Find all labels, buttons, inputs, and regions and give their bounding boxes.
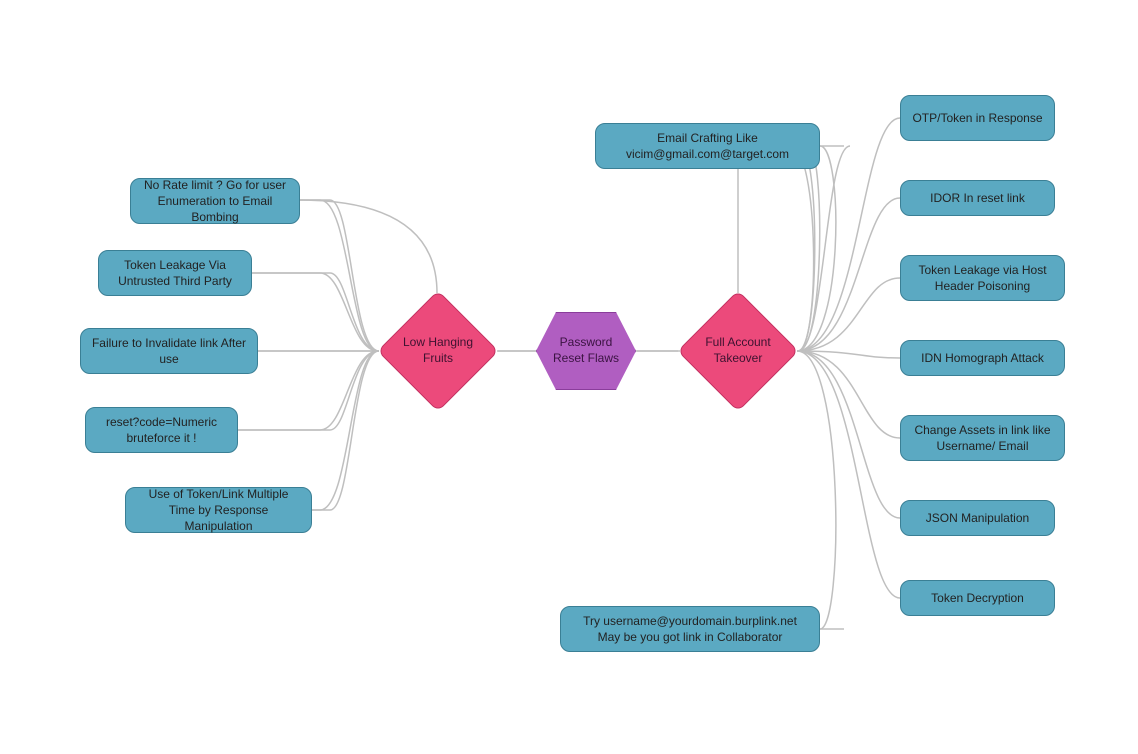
right-outer-4: Change Assets in link like Username/ Ema… xyxy=(900,415,1065,461)
right-outer-5: JSON Manipulation xyxy=(900,500,1055,536)
right-inner-1: Try username@yourdomain.burplink.net May… xyxy=(560,606,820,652)
right-inner-0: Email Crafting Like vicim@gmail.com@targ… xyxy=(595,123,820,169)
right-outer-6: Token Decryption xyxy=(900,580,1055,616)
left-diamond-label: Low Hanging Fruits xyxy=(378,291,498,411)
node-label: reset?code=Numeric bruteforce it ! xyxy=(96,414,227,446)
left-node-1: Token Leakage Via Untrusted Third Party xyxy=(98,250,252,296)
node-label: OTP/Token in Response xyxy=(912,110,1042,126)
node-label: Email Crafting Like vicim@gmail.com@targ… xyxy=(606,130,809,162)
left-node-4: Use of Token/Link Multiple Time by Respo… xyxy=(125,487,312,533)
node-label: Token Decryption xyxy=(931,590,1024,606)
left-node-2: Failure to Invalidate link After use xyxy=(80,328,258,374)
center-node: Password Reset Flaws xyxy=(536,312,636,390)
right-outer-1: IDOR In reset link xyxy=(900,180,1055,216)
diagram-canvas: Password Reset Flaws Low Hanging Fruits … xyxy=(0,0,1138,754)
node-label: IDN Homograph Attack xyxy=(921,350,1044,366)
node-label: JSON Manipulation xyxy=(926,510,1029,526)
node-label: No Rate limit ? Go for user Enumeration … xyxy=(141,177,289,226)
node-label: Use of Token/Link Multiple Time by Respo… xyxy=(136,486,301,535)
center-label: Password Reset Flaws xyxy=(536,312,636,390)
node-label: Token Leakage via Host Header Poisoning xyxy=(911,262,1054,294)
right-outer-2: Token Leakage via Host Header Poisoning xyxy=(900,255,1065,301)
right-diamond-label: Full Account Takeover xyxy=(678,291,798,411)
right-diamond: Full Account Takeover xyxy=(678,291,798,411)
node-label: Token Leakage Via Untrusted Third Party xyxy=(109,257,241,289)
node-label: Failure to Invalidate link After use xyxy=(91,335,247,367)
left-node-0: No Rate limit ? Go for user Enumeration … xyxy=(130,178,300,224)
left-node-3: reset?code=Numeric bruteforce it ! xyxy=(85,407,238,453)
right-outer-0: OTP/Token in Response xyxy=(900,95,1055,141)
left-diamond: Low Hanging Fruits xyxy=(378,291,498,411)
right-outer-3: IDN Homograph Attack xyxy=(900,340,1065,376)
node-label: Try username@yourdomain.burplink.net May… xyxy=(571,613,809,645)
node-label: Change Assets in link like Username/ Ema… xyxy=(911,422,1054,454)
node-label: IDOR In reset link xyxy=(930,190,1025,206)
